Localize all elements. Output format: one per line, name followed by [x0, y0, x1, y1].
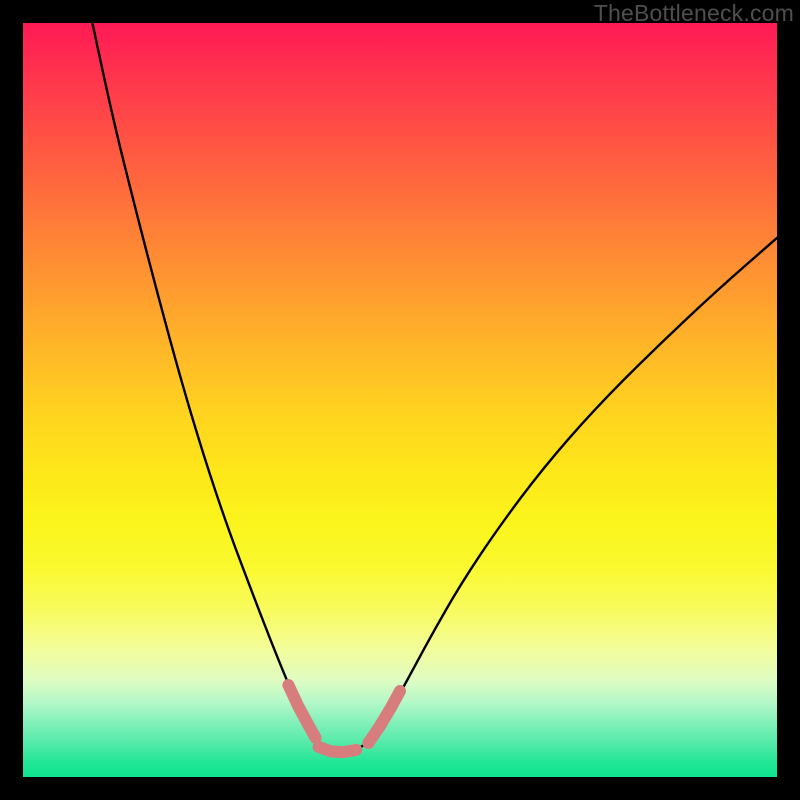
- bottleneck-gradient-plot: [23, 23, 777, 777]
- highlight-bottom-highlight: [319, 747, 357, 752]
- highlight-left-highlight: [288, 685, 315, 738]
- curve-layer: [23, 23, 777, 777]
- bottleneck-curve: [92, 23, 777, 752]
- highlight-segments: [288, 685, 400, 752]
- watermark-text: TheBottleneck.com: [594, 0, 794, 27]
- highlight-right-highlight: [368, 691, 400, 743]
